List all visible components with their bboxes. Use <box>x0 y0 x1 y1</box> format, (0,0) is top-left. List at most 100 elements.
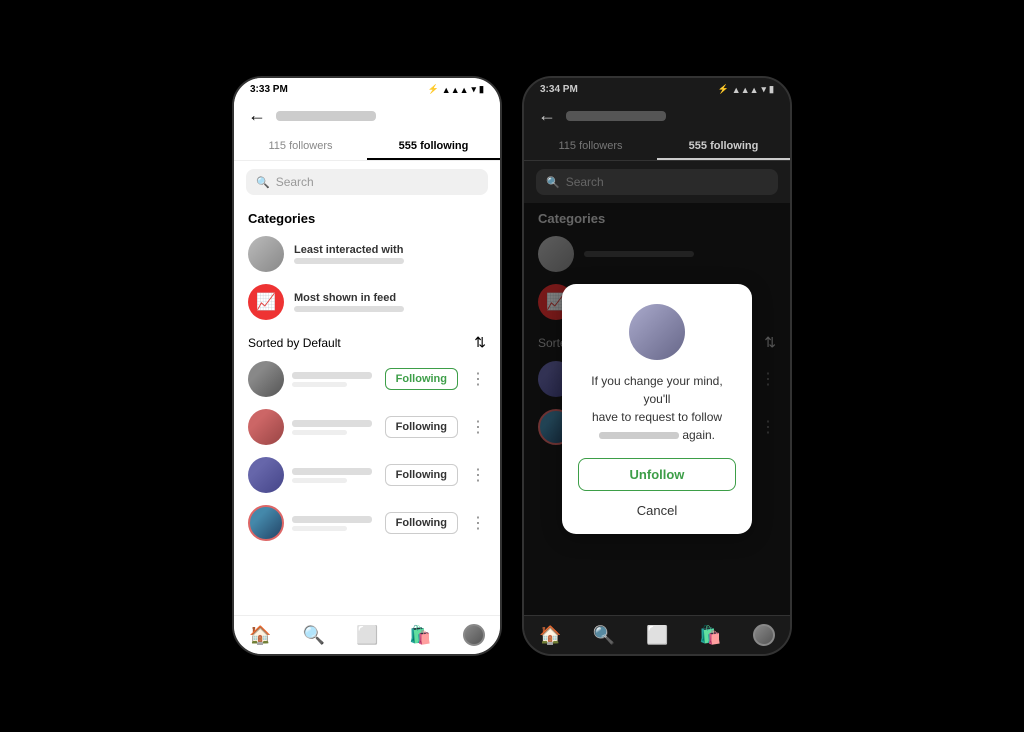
unfollow-modal: If you change your mind, you'll have to … <box>562 284 752 534</box>
search-label-2: Search <box>566 175 604 189</box>
category-item-2[interactable]: 📈 Most shown in feed <box>234 278 500 326</box>
status-bar-2: 3:34 PM ⚡ ▲▲▲ ▾ ▮ <box>524 78 790 99</box>
profile-icon-1[interactable] <box>463 624 485 646</box>
user-sub-bar-4 <box>292 526 347 531</box>
status-icons-1: ⚡ ▲▲▲ ▾ ▮ <box>428 84 484 95</box>
unfollow-button[interactable]: Unfollow <box>578 458 736 491</box>
user-avatar-4 <box>248 505 284 541</box>
wifi-icon-2: ▾ <box>762 84 767 95</box>
user-name-block-1 <box>292 372 377 387</box>
back-button-1[interactable]: ← <box>248 105 266 126</box>
search-nav-icon-2[interactable]: 🔍 <box>593 625 615 646</box>
status-icons-2: ⚡ ▲▲▲ ▾ ▮ <box>718 84 774 95</box>
reels-icon-1[interactable]: ⬜ <box>356 625 378 646</box>
search-nav-icon-1[interactable]: 🔍 <box>303 625 325 646</box>
battery-icon-2: ▮ <box>769 84 774 95</box>
tab-followers-1[interactable]: 115 followers <box>234 132 367 160</box>
search-bar-1[interactable]: 🔍 Search <box>246 169 488 195</box>
modal-overlay: If you change your mind, you'll have to … <box>524 203 790 615</box>
user-sub-bar-3 <box>292 478 347 483</box>
user-name-bar-1 <box>292 372 372 379</box>
signal-icon: ▲▲▲ <box>442 85 469 95</box>
search-label-1: Search <box>276 175 314 189</box>
user-avatar-1 <box>248 361 284 397</box>
more-dots-4[interactable]: ⋮ <box>470 513 486 533</box>
category-desc-2 <box>294 306 404 312</box>
profile-icon-2[interactable] <box>753 624 775 646</box>
nav-username-1 <box>276 111 376 121</box>
user-item-2: Following ⋮ <box>234 403 500 451</box>
user-name-bar-3 <box>292 468 372 475</box>
sorted-by-1: Sorted by Default ⇅ <box>234 326 500 355</box>
user-name-bar-2 <box>292 420 372 427</box>
tabs-1: 115 followers 555 following <box>234 132 500 161</box>
battery-icon: ▮ <box>479 84 484 95</box>
status-bar-1: 3:33 PM ⚡ ▲▲▲ ▾ ▮ <box>234 78 500 99</box>
following-button-2[interactable]: Following <box>385 416 458 438</box>
user-item-3: Following ⋮ <box>234 451 500 499</box>
user-item-1: Following ⋮ <box>234 355 500 403</box>
user-name-block-2 <box>292 420 377 435</box>
nav-username-2 <box>566 111 666 121</box>
phone-1: 3:33 PM ⚡ ▲▲▲ ▾ ▮ ← 115 followers 555 fo… <box>232 76 502 656</box>
sorted-by-label-1: Sorted by Default <box>248 336 341 350</box>
following-button-1[interactable]: Following <box>385 368 458 390</box>
tab-followers-2[interactable]: 115 followers <box>524 132 657 160</box>
more-dots-2[interactable]: ⋮ <box>470 417 486 437</box>
category-info-1: Least interacted with <box>294 244 486 264</box>
user-item-4: Following ⋮ <box>234 499 500 547</box>
user-avatar-2 <box>248 409 284 445</box>
category-info-2: Most shown in feed <box>294 292 486 312</box>
category-item-1[interactable]: Least interacted with <box>234 230 500 278</box>
modal-message: If you change your mind, you'll have to … <box>578 372 736 444</box>
following-button-3[interactable]: Following <box>385 464 458 486</box>
signal-icon-2: ▲▲▲ <box>732 85 759 95</box>
bluetooth-icon: ⚡ <box>428 84 439 95</box>
phone-2: 3:34 PM ⚡ ▲▲▲ ▾ ▮ ← 115 followers 555 fo… <box>522 76 792 656</box>
status-time-1: 3:33 PM <box>250 84 288 95</box>
tab-following-2[interactable]: 555 following <box>657 132 790 160</box>
category-avatar-2: 📈 <box>248 284 284 320</box>
bottom-nav-2: 🏠 🔍 ⬜ 🛍️ <box>524 615 790 654</box>
sort-icon-1[interactable]: ⇅ <box>474 334 486 351</box>
bluetooth-icon-2: ⚡ <box>718 84 729 95</box>
home-icon-2[interactable]: 🏠 <box>539 625 561 646</box>
category-avatar-1 <box>248 236 284 272</box>
search-icon-1: 🔍 <box>256 176 270 189</box>
shop-icon-1[interactable]: 🛍️ <box>409 625 431 646</box>
user-name-bar-4 <box>292 516 372 523</box>
user-sub-bar-2 <box>292 430 347 435</box>
reels-icon-2[interactable]: ⬜ <box>646 625 668 646</box>
more-dots-1[interactable]: ⋮ <box>470 369 486 389</box>
tabs-2: 115 followers 555 following <box>524 132 790 161</box>
modal-username-bar <box>599 432 679 439</box>
cancel-button[interactable]: Cancel <box>578 499 736 522</box>
user-name-block-4 <box>292 516 377 531</box>
shop-icon-2[interactable]: 🛍️ <box>699 625 721 646</box>
status-time-2: 3:34 PM <box>540 84 578 95</box>
nav-bar-1: ← <box>234 99 500 132</box>
nav-bar-2: ← <box>524 99 790 132</box>
modal-text-line3: again. <box>682 428 715 442</box>
category-desc-1 <box>294 258 404 264</box>
user-sub-bar-1 <box>292 382 347 387</box>
category-name-1: Least interacted with <box>294 244 486 256</box>
user-avatar-3 <box>248 457 284 493</box>
home-icon-1[interactable]: 🏠 <box>249 625 271 646</box>
content-2: Categories 📈 Sorted ⇅ <box>524 203 790 615</box>
modal-text-line1: If you change your mind, you'll <box>591 374 722 406</box>
search-icon-2: 🔍 <box>546 176 560 189</box>
tab-following-1[interactable]: 555 following <box>367 132 500 160</box>
user-name-block-3 <box>292 468 377 483</box>
more-dots-3[interactable]: ⋮ <box>470 465 486 485</box>
content-1: Categories Least interacted with 📈 Most … <box>234 203 500 615</box>
modal-text-line2: have to request to follow <box>592 410 722 424</box>
search-bar-2[interactable]: 🔍 Search <box>536 169 778 195</box>
following-button-4[interactable]: Following <box>385 512 458 534</box>
modal-user-avatar <box>629 304 685 360</box>
back-button-2[interactable]: ← <box>538 105 556 126</box>
wifi-icon: ▾ <box>472 84 477 95</box>
categories-title-1: Categories <box>234 203 500 230</box>
category-name-2: Most shown in feed <box>294 292 486 304</box>
bottom-nav-1: 🏠 🔍 ⬜ 🛍️ <box>234 615 500 654</box>
